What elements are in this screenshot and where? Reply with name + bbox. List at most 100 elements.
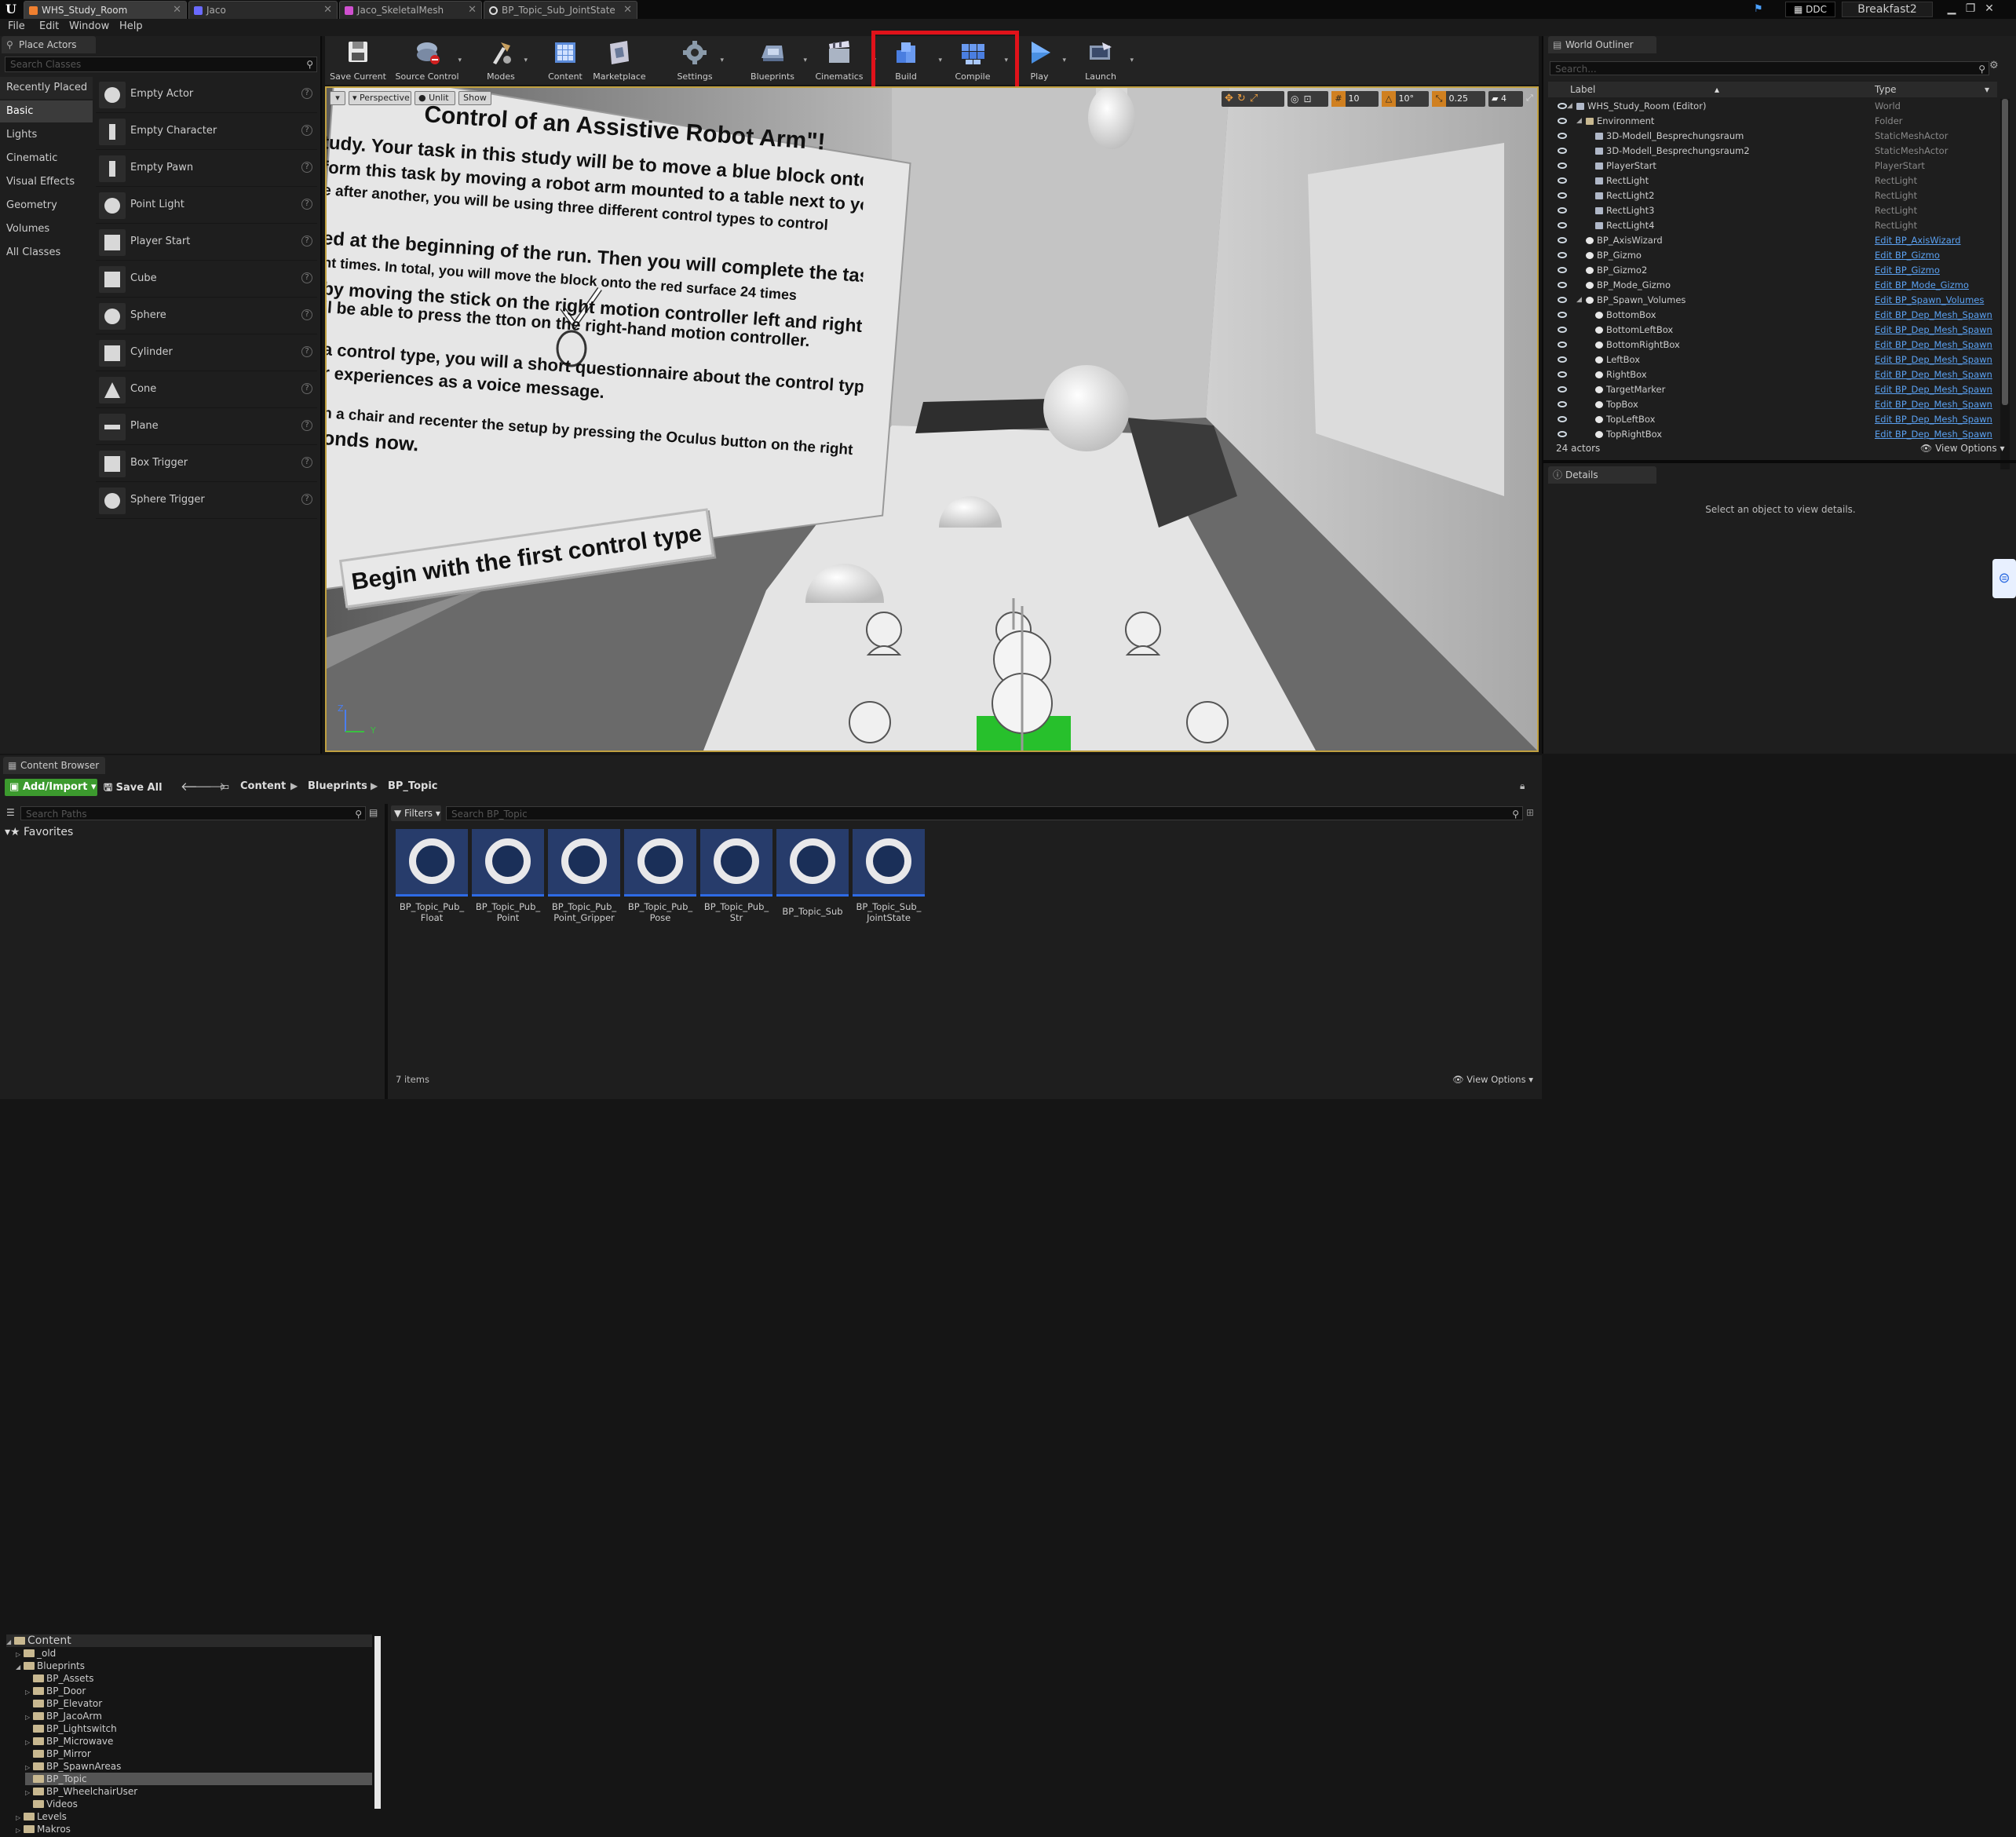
minimize-icon[interactable]: ▁ <box>1942 0 1961 17</box>
help-icon[interactable]: ? <box>301 494 312 505</box>
place-actors-tab[interactable]: ⚲ Place Actors <box>2 36 96 53</box>
column-label[interactable]: Label <box>1570 82 1595 97</box>
outliner-settings-icon[interactable]: ⚙ <box>1989 60 1999 71</box>
level-viewport[interactable]: Control of an Assistive Robot Arm"! tudy.… <box>325 86 1539 752</box>
outliner-row[interactable]: ◢ Environment Folder <box>1548 114 2007 129</box>
folder-tree-item[interactable]: ▷ BP_Microwave <box>25 1735 372 1748</box>
outliner-row[interactable]: ◢ WHS_Study_Room (Editor) World <box>1548 99 2007 114</box>
category-lights[interactable]: Lights <box>0 124 93 146</box>
help-icon[interactable]: ? <box>301 272 312 283</box>
category-basic[interactable]: Basic <box>0 100 93 122</box>
breadcrumb-bp-topic[interactable]: BP_Topic <box>388 780 437 792</box>
source-control-button[interactable]: Source Control ▾ <box>394 36 462 85</box>
folder-tree-item[interactable]: ▷ Makros <box>16 1823 372 1835</box>
world-outliner-tab[interactable]: ▤ World Outliner <box>1548 36 1656 53</box>
visibility-eye-icon[interactable] <box>1558 401 1567 407</box>
help-icon[interactable]: ? <box>301 162 312 173</box>
outliner-row[interactable]: BP_Gizmo Edit BP_Gizmo <box>1548 248 2007 263</box>
expand-arrow-icon[interactable]: ◢ <box>1567 99 1572 114</box>
expand-arrow-icon[interactable]: ◢ <box>16 1661 24 1674</box>
edit-blueprint-link[interactable]: Edit BP_Dep_Mesh_Spawn <box>1875 427 1992 442</box>
outliner-row[interactable]: ◢ BP_Spawn_Volumes Edit BP_Spawn_Volumes <box>1548 293 2007 308</box>
breadcrumb-blueprints[interactable]: Blueprints <box>308 780 367 792</box>
chevron-down-icon[interactable]: ▾ <box>1130 57 1134 64</box>
actor-item-sphere[interactable]: Sphere? <box>96 298 317 334</box>
category-geometry[interactable]: Geometry <box>0 195 93 217</box>
folder-tree-item[interactable]: ▷ BP_WheelchairUser <box>25 1785 372 1798</box>
chevron-down-icon[interactable]: ▾ <box>458 57 462 64</box>
visibility-eye-icon[interactable] <box>1558 252 1567 258</box>
expand-arrow-icon[interactable]: ◢ <box>1576 293 1582 308</box>
outliner-row[interactable]: BottomLeftBox Edit BP_Dep_Mesh_Spawn <box>1548 323 2007 338</box>
source-control-status-icon[interactable]: ⚑ <box>1754 3 1765 15</box>
outliner-row[interactable]: BottomBox Edit BP_Dep_Mesh_Spawn <box>1548 308 2007 323</box>
folder-tree-item[interactable]: BP_Assets <box>25 1672 372 1685</box>
folder-tree-item[interactable]: ◢ Blueprints <box>16 1660 372 1672</box>
visibility-eye-icon[interactable] <box>1558 282 1567 288</box>
outliner-row[interactable]: BP_Gizmo2 Edit BP_Gizmo <box>1548 263 2007 278</box>
menu-window[interactable]: Window <box>69 20 109 32</box>
edit-blueprint-link[interactable]: Edit BP_Spawn_Volumes <box>1875 293 1984 308</box>
asset-tile[interactable]: BP_Topic_Pub_ Point_Gripper <box>548 829 620 923</box>
visibility-eye-icon[interactable] <box>1558 431 1567 437</box>
folder-tree-item[interactable]: BP_Topic <box>25 1773 372 1785</box>
help-icon[interactable]: ? <box>301 420 312 431</box>
asset-tile[interactable]: BP_Topic_Sub <box>776 829 849 923</box>
maximize-viewport-icon[interactable]: ⤢ <box>1526 93 1536 104</box>
help-icon[interactable]: ? <box>301 236 312 247</box>
outliner-row[interactable]: BP_Mode_Gizmo Edit BP_Mode_Gizmo <box>1548 278 2007 293</box>
visibility-eye-icon[interactable] <box>1558 207 1567 214</box>
visibility-eye-icon[interactable] <box>1558 341 1567 348</box>
maximize-icon[interactable]: ❐ <box>1961 0 1980 17</box>
history-icon[interactable]: ⊞ <box>1526 807 1534 818</box>
menu-help[interactable]: Help <box>119 20 143 32</box>
save-current-button[interactable]: Save Current <box>325 36 391 85</box>
actor-item-empty-pawn[interactable]: Empty Pawn? <box>96 151 317 187</box>
folder-tree-item[interactable]: ▷ _old <box>16 1647 372 1660</box>
folder-tree-item[interactable]: ▷ BP_SpawnAreas <box>25 1760 372 1773</box>
chevron-down-icon[interactable]: ▾ <box>720 57 724 64</box>
transform-tools[interactable]: ✥↻⤢ <box>1222 91 1284 107</box>
outliner-row[interactable]: TopLeftBox Edit BP_Dep_Mesh_Spawn <box>1548 412 2007 427</box>
visibility-eye-icon[interactable] <box>1558 177 1567 184</box>
edit-blueprint-link[interactable]: Edit BP_Mode_Gizmo <box>1875 278 1969 293</box>
visibility-eye-icon[interactable] <box>1558 163 1567 169</box>
visibility-eye-icon[interactable] <box>1558 356 1567 363</box>
play-button[interactable]: Play ▾ <box>1016 36 1066 85</box>
outliner-row[interactable]: RectLight3 RectLight <box>1548 203 2007 218</box>
visibility-eye-icon[interactable] <box>1558 237 1567 243</box>
filter-sources-icon[interactable]: ☰ <box>6 807 15 818</box>
tab-whs-study-room[interactable]: WHS_Study_Room ✕ <box>24 1 187 19</box>
details-tab[interactable]: ⓘ Details <box>1548 466 1656 484</box>
folder-tree-item[interactable]: Videos <box>25 1798 372 1810</box>
add-import-button[interactable]: ▣ Add/Import ▾ <box>5 779 97 796</box>
edit-blueprint-link[interactable]: Edit BP_Dep_Mesh_Spawn <box>1875 412 1992 427</box>
outliner-row[interactable]: 3D-Modell_Besprechungsraum StaticMeshActo… <box>1548 129 2007 144</box>
breadcrumb-separator-icon[interactable]: ▶ <box>290 780 298 791</box>
edit-blueprint-link[interactable]: Edit BP_Dep_Mesh_Spawn <box>1875 382 1992 397</box>
scale-snap-control[interactable]: ⤡ 0.25 <box>1432 91 1485 107</box>
visibility-eye-icon[interactable] <box>1558 327 1567 333</box>
edit-blueprint-link[interactable]: Edit BP_Gizmo <box>1875 263 1940 278</box>
category-cinematic[interactable]: Cinematic <box>0 148 93 170</box>
actor-item-player-start[interactable]: Player Start? <box>96 225 317 261</box>
camera-speed-control[interactable]: ▰ 4 <box>1488 91 1523 107</box>
actor-item-cylinder[interactable]: Cylinder? <box>96 335 317 371</box>
settings-button[interactable]: Settings ▾ <box>667 36 724 85</box>
outliner-search-input[interactable]: Search... ⚲ <box>1550 61 1989 75</box>
outliner-scrollbar[interactable] <box>2000 99 2010 469</box>
outliner-row[interactable]: RectLight RectLight <box>1548 173 2007 188</box>
chevron-down-icon[interactable]: ▾ <box>1062 57 1066 64</box>
blueprints-button[interactable]: Blueprints ▾ <box>741 36 807 85</box>
close-icon[interactable]: ✕ <box>323 2 332 19</box>
outliner-row[interactable]: BP_AxisWizard Edit BP_AxisWizard <box>1548 233 2007 248</box>
folder-tree-item[interactable]: ▷ BP_Door <box>25 1685 372 1697</box>
help-icon[interactable]: ? <box>301 309 312 320</box>
edit-blueprint-link[interactable]: Edit BP_AxisWizard <box>1875 233 1961 248</box>
close-window-icon[interactable]: ✕ <box>1980 0 1999 17</box>
menu-file[interactable]: File <box>8 20 25 32</box>
actor-item-empty-actor[interactable]: Empty Actor? <box>96 77 317 113</box>
edit-blueprint-link[interactable]: Edit BP_Gizmo <box>1875 248 1940 263</box>
tree-scrollbar[interactable] <box>374 1636 382 1809</box>
close-icon[interactable]: ✕ <box>173 2 181 19</box>
